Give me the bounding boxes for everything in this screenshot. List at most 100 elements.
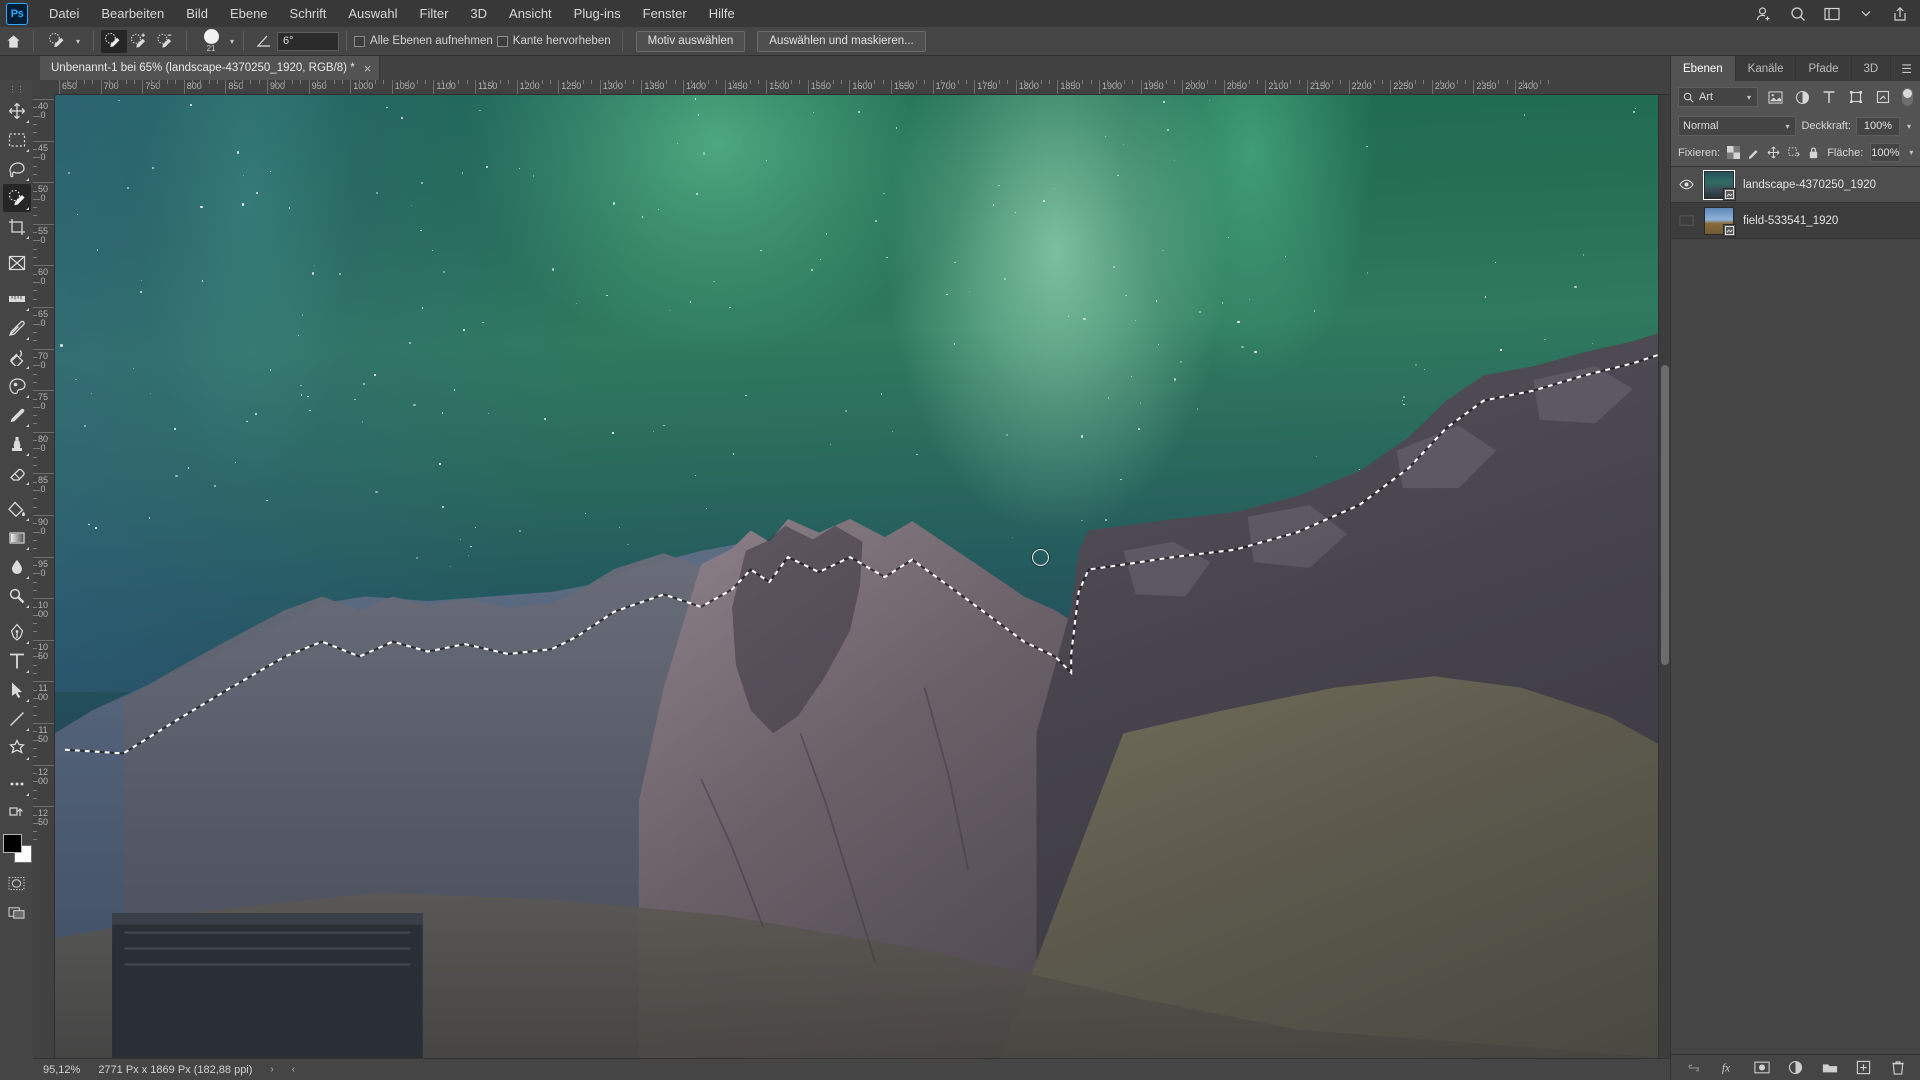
menu-item-ebene[interactable]: Ebene xyxy=(219,2,279,25)
home-icon[interactable] xyxy=(0,34,26,49)
horizontal-ruler[interactable]: 650 700 750 800 850 900 950 1000 1050 1100 1150 120… xyxy=(55,80,1670,95)
menu-item-schrift[interactable]: Schrift xyxy=(279,2,338,25)
lock-transparent-pixels-icon[interactable] xyxy=(1727,145,1741,160)
menu-item-auswahl[interactable]: Auswahl xyxy=(337,2,408,25)
brush-size-picker[interactable]: 21 xyxy=(194,28,228,55)
menu-item-bild[interactable]: Bild xyxy=(175,2,219,25)
filter-adjustment-icon[interactable] xyxy=(1792,87,1812,107)
chevron-down-icon[interactable]: ▾ xyxy=(1905,122,1913,131)
pen-tool[interactable] xyxy=(3,618,31,646)
foreground-color-swatch[interactable] xyxy=(2,834,22,853)
checkbox-enhance-edge[interactable]: Kante hervorheben xyxy=(496,35,611,47)
layer-style-icon[interactable]: fx xyxy=(1719,1059,1736,1076)
document-tab[interactable]: Unbenannt-1 bei 65% (landscape-4370250_1… xyxy=(40,56,381,80)
custom-shape-tool[interactable] xyxy=(3,734,31,762)
opacity-value[interactable]: 100% xyxy=(1855,116,1900,136)
lock-position-icon[interactable] xyxy=(1767,145,1780,160)
checkbox-sample-all-layers[interactable]: Alle Ebenen aufnehmen xyxy=(354,35,493,47)
selection-subtract-button[interactable] xyxy=(153,30,179,53)
menu-item-plug-ins[interactable]: Plug-ins xyxy=(563,2,632,25)
menu-item-3d[interactable]: 3D xyxy=(459,2,498,25)
lock-artboard-nesting-icon[interactable] xyxy=(1787,145,1800,160)
quick-mask-icon[interactable] xyxy=(3,869,31,897)
filter-image-icon[interactable] xyxy=(1765,87,1785,107)
clone-stamp-tool[interactable] xyxy=(3,430,31,458)
panel-tab-3d[interactable]: 3D xyxy=(1852,56,1892,81)
brush-preset-picker[interactable]: ▾ xyxy=(41,28,86,55)
filter-smartobject-icon[interactable] xyxy=(1873,87,1893,107)
link-layers-icon[interactable] xyxy=(1685,1059,1702,1076)
marquee-tool[interactable] xyxy=(3,126,31,154)
chevron-down-icon[interactable]: ▾ xyxy=(1745,93,1753,102)
color-swatches[interactable] xyxy=(2,833,32,863)
more-tools[interactable] xyxy=(3,770,31,798)
toolbar-drag-handle[interactable]: ⋮⋮ xyxy=(9,85,25,94)
blend-mode-select[interactable]: Normal ▾ xyxy=(1678,116,1797,136)
close-icon[interactable]: × xyxy=(364,62,372,75)
gradient-tool[interactable] xyxy=(3,524,31,552)
patch-tool[interactable] xyxy=(3,372,31,400)
blur-tool[interactable] xyxy=(3,553,31,581)
fill-value[interactable]: 100% xyxy=(1870,143,1901,162)
chevron-down-icon[interactable]: ▾ xyxy=(1783,122,1791,131)
frame-tool[interactable] xyxy=(3,249,31,277)
chevron-down-icon[interactable]: ▾ xyxy=(74,37,82,46)
crop-tool[interactable] xyxy=(3,213,31,241)
share-icon[interactable] xyxy=(1890,4,1910,24)
screen-mode-icon[interactable] xyxy=(3,898,31,926)
chevron-down-icon[interactable]: ▾ xyxy=(228,37,236,46)
menu-item-hilfe[interactable]: Hilfe xyxy=(698,2,746,25)
layer-visibility-icon[interactable] xyxy=(1677,215,1695,226)
filter-type-icon[interactable] xyxy=(1819,87,1839,107)
eraser-tool[interactable] xyxy=(3,459,31,487)
lock-image-pixels-icon[interactable] xyxy=(1747,145,1760,160)
filter-shape-icon[interactable] xyxy=(1846,87,1866,107)
panel-tab-pfade[interactable]: Pfade xyxy=(1796,56,1852,81)
layer-thumbnail[interactable] xyxy=(1703,169,1736,201)
menu-item-fenster[interactable]: Fenster xyxy=(632,2,698,25)
select-subject-button[interactable]: Motiv auswählen xyxy=(635,30,746,52)
eyedropper2-tool[interactable] xyxy=(3,314,31,342)
status-next-icon[interactable]: › xyxy=(270,1064,273,1075)
zoom-level[interactable]: 95,12% xyxy=(43,1064,80,1076)
paint-bucket-tool[interactable] xyxy=(3,495,31,523)
vertical-scrollbar-thumb[interactable] xyxy=(1661,365,1669,665)
line-tool[interactable] xyxy=(3,705,31,733)
menu-item-datei[interactable]: Datei xyxy=(38,2,90,25)
panel-tab-kan-le[interactable]: Kanäle xyxy=(1736,56,1797,81)
layer-thumbnail[interactable] xyxy=(1703,206,1736,237)
panel-menu-icon[interactable]: ☰ xyxy=(1893,56,1920,81)
layer-filter-toggle[interactable] xyxy=(1902,88,1913,106)
new-layer-icon[interactable] xyxy=(1855,1059,1872,1076)
vertical-ruler[interactable]: 400 450 500 550 600 650 700 750 800 850 900 950 1000… xyxy=(33,95,55,1080)
selection-add-button[interactable] xyxy=(127,30,153,53)
chevron-down-icon[interactable]: ▾ xyxy=(1907,148,1915,157)
table-row[interactable]: landscape-4370250_1920 xyxy=(1671,167,1920,203)
delete-layer-icon[interactable] xyxy=(1889,1059,1906,1076)
layer-filter-kind-select[interactable]: Art ▾ xyxy=(1678,87,1758,107)
new-group-icon[interactable] xyxy=(1821,1059,1838,1076)
status-prev-icon[interactable]: ‹ xyxy=(292,1064,295,1075)
workspace-icon[interactable] xyxy=(1822,4,1842,24)
quick-selection-tool[interactable] xyxy=(2,184,31,212)
selection-new-button[interactable] xyxy=(101,29,128,53)
layer-mask-icon[interactable] xyxy=(1753,1059,1770,1076)
brush-angle-field[interactable]: 6° xyxy=(277,31,340,51)
menu-item-bearbeiten[interactable]: Bearbeiten xyxy=(90,2,175,25)
move-tool[interactable] xyxy=(3,97,31,125)
layer-visibility-icon[interactable] xyxy=(1677,179,1695,190)
brush-tool[interactable] xyxy=(3,401,31,429)
table-row[interactable]: field-533541_1920 xyxy=(1671,203,1920,239)
chevron-down-icon[interactable] xyxy=(1856,4,1876,24)
adjustment-layer-icon[interactable] xyxy=(1787,1059,1804,1076)
image-canvas[interactable] xyxy=(55,95,1670,1058)
lock-all-icon[interactable] xyxy=(1807,145,1820,160)
panel-tab-ebenen[interactable]: Ebenen xyxy=(1671,56,1736,81)
dodge-tool[interactable] xyxy=(3,582,31,610)
search-icon[interactable] xyxy=(1788,4,1808,24)
lasso-tool[interactable] xyxy=(3,155,31,183)
select-and-mask-button[interactable]: Auswählen und maskieren... xyxy=(757,30,926,52)
menu-item-ansicht[interactable]: Ansicht xyxy=(498,2,563,25)
menu-item-filter[interactable]: Filter xyxy=(409,2,460,25)
eyedropper-tool[interactable] xyxy=(3,285,31,313)
